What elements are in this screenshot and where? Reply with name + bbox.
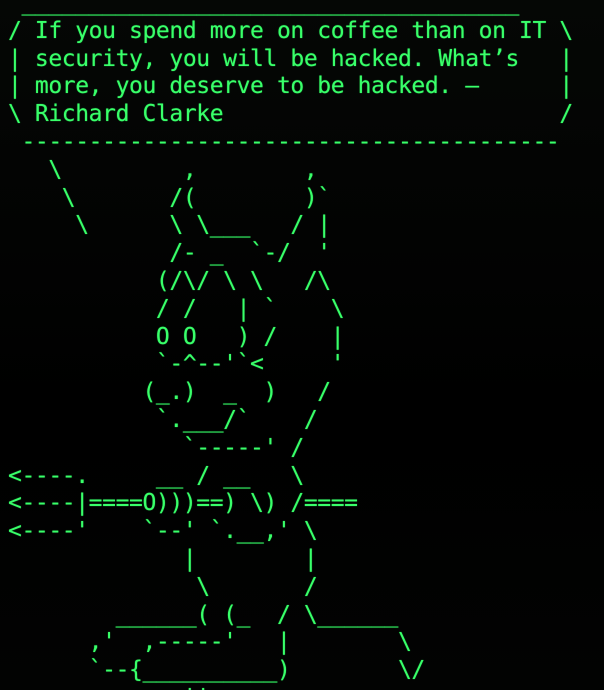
terminal-window[interactable]: _____________________________________ / … xyxy=(0,0,604,690)
cowsay-output: _____________________________________ / … xyxy=(8,0,573,690)
